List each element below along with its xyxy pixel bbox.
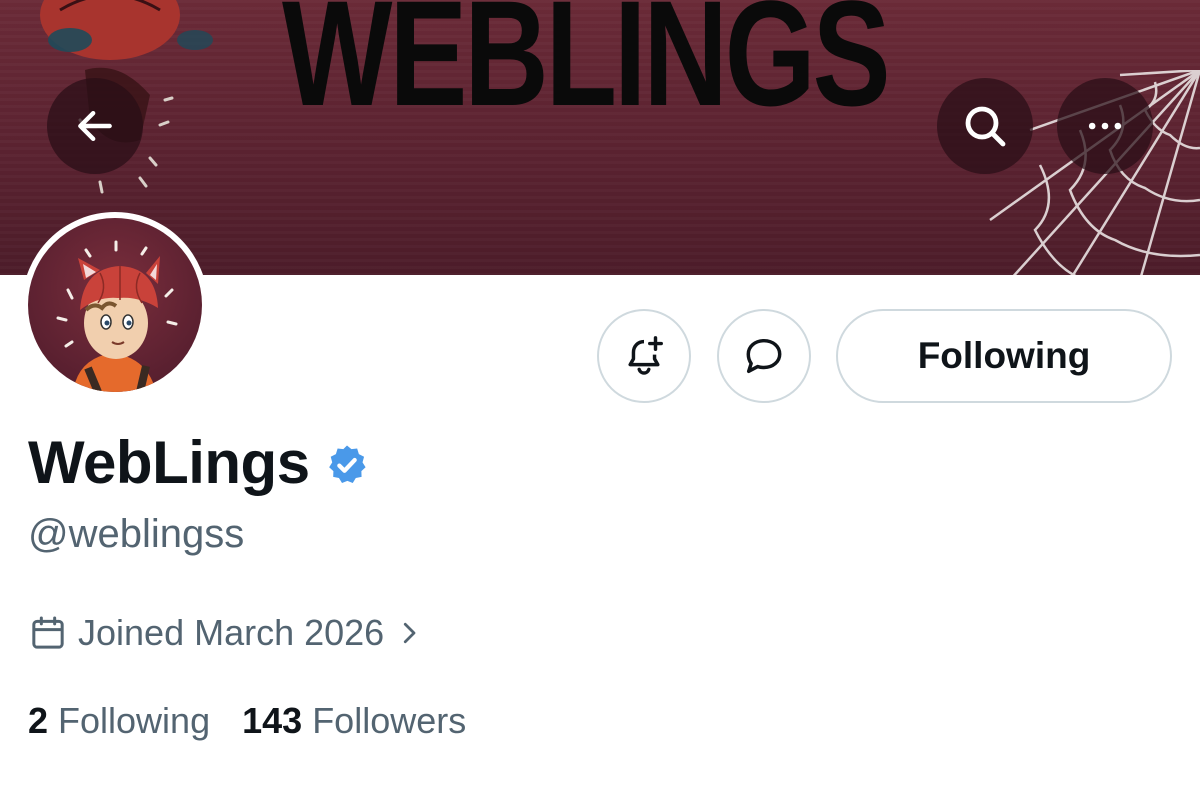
message-button[interactable] bbox=[717, 309, 811, 403]
joined-date-text: Joined March 2026 bbox=[78, 612, 385, 653]
profile-avatar[interactable] bbox=[22, 212, 208, 398]
verified-badge-icon[interactable] bbox=[324, 442, 370, 488]
following-label: Following bbox=[58, 700, 211, 741]
follow-stats: 2 Following 143 Followers bbox=[28, 700, 466, 742]
following-count: 2 bbox=[28, 700, 49, 741]
banner-title: WEBLINGS bbox=[282, 0, 891, 137]
arrow-left-icon bbox=[78, 110, 112, 142]
search-icon bbox=[965, 106, 1006, 147]
following-stat-link[interactable]: 2 Following bbox=[28, 700, 210, 742]
chevron-right-icon bbox=[404, 622, 416, 644]
notifications-button[interactable] bbox=[597, 309, 691, 403]
followers-count: 143 bbox=[242, 700, 303, 741]
username-handle: @weblingss bbox=[28, 512, 245, 556]
bell-plus-icon bbox=[628, 336, 663, 375]
back-button[interactable] bbox=[47, 78, 143, 174]
display-name-row: WebLings bbox=[28, 428, 370, 497]
display-name: WebLings bbox=[28, 429, 310, 496]
followers-stat-link[interactable]: 143 Followers bbox=[242, 700, 466, 742]
followers-label: Followers bbox=[312, 700, 467, 741]
search-button[interactable] bbox=[937, 78, 1033, 174]
profile-banner: WEBLINGS bbox=[0, 0, 1200, 275]
avatar-character-image bbox=[56, 240, 178, 392]
message-bubble-icon bbox=[746, 338, 782, 374]
following-button[interactable]: Following bbox=[836, 309, 1172, 403]
profile-page: WEBLINGS Following WebLings @weblingss J… bbox=[0, 0, 1200, 792]
more-options-button[interactable] bbox=[1057, 78, 1153, 174]
calendar-icon bbox=[32, 616, 64, 649]
more-horizontal-icon bbox=[1088, 122, 1122, 130]
joined-date-row[interactable]: Joined March 2026 bbox=[28, 612, 424, 654]
